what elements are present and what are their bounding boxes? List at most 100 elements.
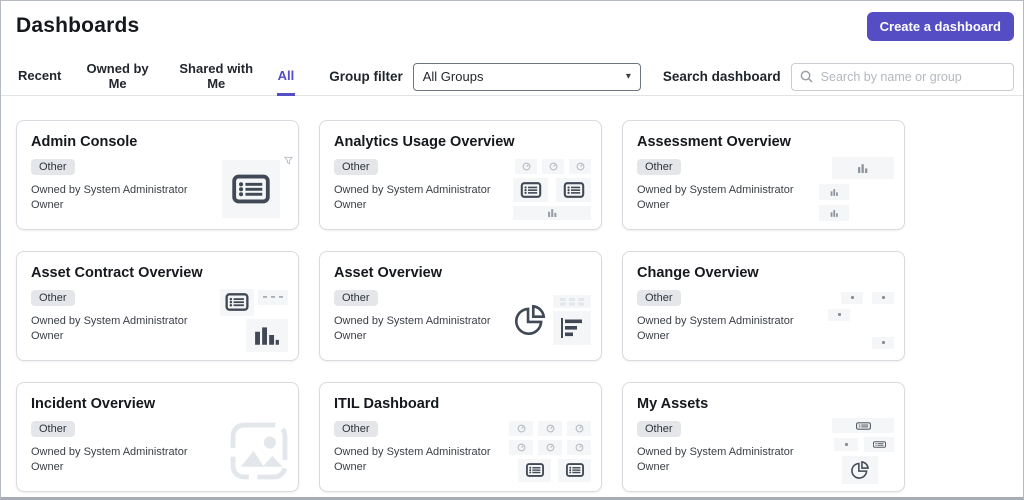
- thumb-tile: [246, 318, 288, 352]
- thumb-tile: [553, 295, 591, 308]
- owner-role-text: Owner: [637, 461, 670, 474]
- pie-chart-icon: [851, 461, 869, 479]
- dashboard-card-asset-contract-overview[interactable]: Asset Contract Overview Other Owned by S…: [16, 251, 299, 361]
- dashboard-thumbnail: [489, 151, 591, 227]
- bar-chart-icon: [547, 209, 556, 217]
- thumb-tile: [513, 177, 548, 202]
- dashboard-thumbnail: [792, 413, 894, 489]
- dashboards-page: Dashboards Create a dashboard Recent Owne…: [0, 0, 1024, 500]
- search-input[interactable]: [818, 68, 1005, 85]
- gauge-icon: [517, 424, 525, 432]
- thumb-tile: [567, 420, 591, 436]
- group-badge: Other: [31, 290, 75, 306]
- tab-recent[interactable]: Recent: [17, 58, 62, 96]
- thumb-tile: [834, 438, 858, 451]
- tab-label: Shared with Me: [179, 60, 254, 91]
- group-filter-label: Group filter: [329, 69, 403, 84]
- owned-by-text: Owned by System Administrator: [637, 184, 794, 196]
- tab-label: Recent: [18, 68, 62, 83]
- thumb-tile: [220, 288, 254, 316]
- list-icon: [525, 463, 544, 477]
- pie-chart-icon: [515, 304, 546, 335]
- dashboard-thumbnail: [186, 413, 288, 489]
- list-icon: [225, 293, 249, 311]
- gauge-icon: [576, 162, 584, 170]
- dashboard-card-title: Asset Contract Overview: [31, 265, 203, 281]
- dashboard-card-incident-overview[interactable]: Incident Overview Other Owned by System …: [16, 382, 299, 492]
- owner-role-text: Owner: [637, 199, 670, 212]
- thumb-tile: [828, 308, 850, 321]
- thumb-tile: [567, 439, 591, 455]
- owned-by-text: Owned by System Administrator: [637, 315, 794, 327]
- group-filter-value: All Groups: [422, 69, 484, 84]
- thumb-tile: [515, 158, 537, 174]
- group-badge: Other: [637, 159, 681, 175]
- owned-by-text: Owned by System Administrator: [334, 184, 491, 196]
- owner-role-text: Owner: [334, 461, 367, 474]
- group-badge: Other: [334, 421, 378, 437]
- owned-by-text: Owned by System Administrator: [637, 446, 794, 458]
- thumb-tile: [556, 177, 591, 202]
- dot-icon: [850, 296, 854, 299]
- owned-by-text: Owned by System Administrator: [334, 315, 491, 327]
- dot-icon: [844, 443, 848, 446]
- create-dashboard-button[interactable]: Create a dashboard: [866, 12, 1014, 41]
- thumb-tile: [222, 160, 280, 218]
- search-dashboard-label: Search dashboard: [662, 69, 781, 84]
- thumb-tile: [542, 158, 564, 174]
- group-badge: Other: [334, 159, 378, 175]
- group-badge: Other: [31, 159, 75, 175]
- bar-chart-icon: [255, 327, 279, 345]
- dashboard-card-analytics-usage-overview[interactable]: Analytics Usage Overview Other Owned by …: [319, 120, 602, 230]
- tab-label: All: [277, 68, 295, 83]
- thumb-tile: [558, 458, 591, 482]
- thumb-tile: [819, 184, 849, 200]
- group-badge: Other: [637, 421, 681, 437]
- hbar-chart-icon: [561, 318, 582, 338]
- bar-chart-icon: [830, 189, 838, 196]
- owner-role-text: Owner: [31, 461, 64, 474]
- tab-owned-by-me[interactable]: Owned by Me: [79, 58, 156, 96]
- owned-by-text: Owned by System Administrator: [31, 315, 188, 327]
- list-icon: [565, 463, 584, 477]
- owner-role-text: Owner: [334, 330, 367, 343]
- dashboard-card-change-overview[interactable]: Change Overview Other Owned by System Ad…: [622, 251, 905, 361]
- dashboard-thumbnail: [186, 282, 288, 358]
- gauge-icon: [575, 443, 583, 451]
- bar-chart-icon: [830, 210, 838, 217]
- owned-by-text: Owned by System Administrator: [31, 446, 188, 458]
- dashboard-card-title: Assessment Overview: [637, 134, 791, 150]
- dashboard-card-title: Analytics Usage Overview: [334, 134, 515, 150]
- thumb-tile: [538, 420, 562, 436]
- thumb-tile: [872, 336, 894, 349]
- tab-all[interactable]: All: [276, 58, 296, 96]
- gauge-icon: [575, 424, 583, 432]
- gauge-icon: [546, 443, 554, 451]
- thumb-tile: [832, 418, 894, 433]
- search-icon: [800, 70, 813, 83]
- page-title: Dashboards: [16, 14, 140, 37]
- dashboard-card-itil-dashboard[interactable]: ITIL Dashboard Other Owned by System Adm…: [319, 382, 602, 492]
- dashboard-card-title: Admin Console: [31, 134, 138, 150]
- owner-role-text: Owner: [31, 330, 64, 343]
- mini-list-icon: [872, 441, 886, 448]
- dashboard-card-asset-overview[interactable]: Asset Overview Other Owned by System Adm…: [319, 251, 602, 361]
- gauge-icon: [546, 424, 554, 432]
- group-filter-select[interactable]: All Groups ▾: [412, 62, 641, 91]
- owner-role-text: Owner: [31, 199, 64, 212]
- dashboard-card-admin-console[interactable]: Admin Console Other Owned by System Admi…: [16, 120, 299, 230]
- filter-icon: [283, 156, 294, 165]
- thumb-tile: [842, 456, 878, 484]
- gauge-icon: [549, 162, 557, 170]
- dashboard-card-title: My Assets: [637, 396, 709, 412]
- dashboard-card-assessment-overview[interactable]: Assessment Overview Other Owned by Syste…: [622, 120, 905, 230]
- dashboard-thumbnail: [186, 151, 294, 227]
- dashboard-grid: Admin Console Other Owned by System Admi…: [1, 96, 1023, 492]
- dot-icon: [881, 296, 885, 299]
- dot-icon: [837, 313, 841, 316]
- tab-shared-with-me[interactable]: Shared with Me: [173, 58, 260, 96]
- dashboard-card-my-assets[interactable]: My Assets Other Owned by System Administ…: [622, 382, 905, 492]
- list-icon: [563, 181, 584, 198]
- thumb-tile: [832, 157, 894, 179]
- toolbar: Recent Owned by Me Shared with Me All Group…: [1, 58, 1023, 96]
